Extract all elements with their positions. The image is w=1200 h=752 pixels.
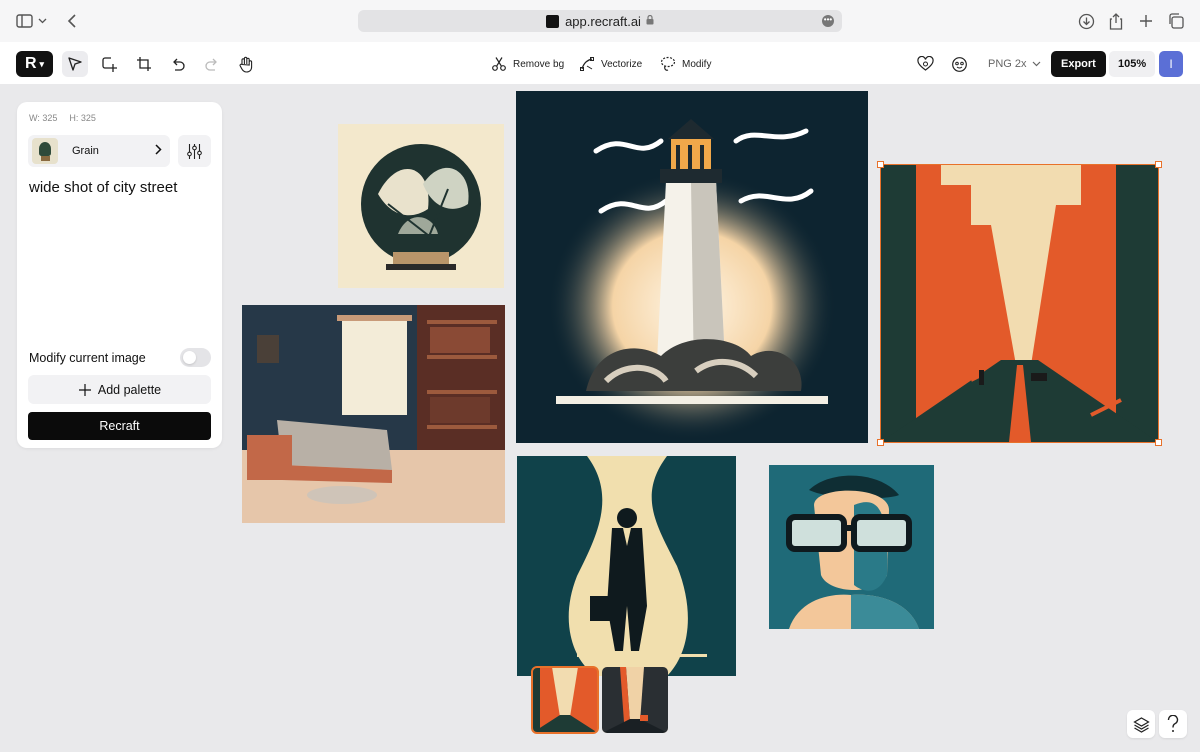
- app-toolbar: R ▾ Remove bg Vectorize Modify PNG 2x Ex…: [0, 42, 1200, 84]
- prompt-text[interactable]: wide shot of city street: [29, 179, 177, 196]
- style-thumbnail: [32, 138, 58, 164]
- pen-tool-icon: [580, 57, 594, 71]
- redo-button[interactable]: [199, 51, 225, 77]
- address-bar[interactable]: app.recraft.ai •••: [358, 10, 842, 32]
- dimensions: W: 325 H: 325: [29, 113, 96, 123]
- style-selector[interactable]: Grain: [28, 135, 170, 167]
- sidebar-icon[interactable]: [14, 11, 34, 31]
- plus-icon: [78, 383, 91, 396]
- chevron-right-icon: [155, 144, 162, 158]
- tabs-icon[interactable]: [1166, 11, 1186, 31]
- crop-tool-button[interactable]: [131, 51, 157, 77]
- select-tool-button[interactable]: [62, 51, 88, 77]
- format-select[interactable]: PNG 2x: [988, 51, 1041, 77]
- chevron-down-icon: [1032, 58, 1041, 70]
- variant-thumbnail-1[interactable]: [531, 666, 599, 734]
- hand-icon: [239, 56, 253, 73]
- generation-panel: W: 325 H: 325 Grain wide shot of city st…: [17, 102, 222, 448]
- share-icon[interactable]: [1106, 11, 1126, 31]
- chevron-down-icon[interactable]: [36, 11, 48, 31]
- redo-icon: [205, 58, 217, 71]
- resize-handle-bottom-left[interactable]: [877, 439, 884, 446]
- modify-toggle[interactable]: [180, 348, 211, 367]
- glasses-portrait-image[interactable]: [769, 465, 934, 629]
- user-avatar[interactable]: I: [1159, 51, 1183, 77]
- zoom-level[interactable]: 105%: [1109, 51, 1156, 77]
- modify-current-image-row: Modify current image: [29, 348, 211, 367]
- undo-icon: [173, 58, 185, 71]
- resize-handle-top-right[interactable]: [1155, 161, 1162, 168]
- chevron-down-icon: ▾: [39, 58, 45, 69]
- height-label: H: 325: [69, 113, 96, 123]
- add-shape-icon: [102, 57, 117, 72]
- add-palette-button[interactable]: Add palette: [28, 375, 211, 404]
- recraft-favicon-icon: [546, 14, 560, 28]
- resize-handle-top-left[interactable]: [877, 161, 884, 168]
- modify-label: Modify current image: [29, 350, 146, 365]
- variant-thumbnail-2[interactable]: [602, 667, 668, 733]
- browser-chrome: app.recraft.ai •••: [0, 0, 1200, 42]
- add-frame-button[interactable]: [96, 51, 122, 77]
- face-icon: [951, 56, 967, 72]
- favorites-button[interactable]: [912, 51, 938, 77]
- businessman-image[interactable]: [517, 456, 736, 676]
- lasso-icon: [660, 56, 676, 71]
- vectorize-button[interactable]: Vectorize: [579, 51, 642, 77]
- plant-image[interactable]: [338, 124, 504, 288]
- hand-tool-button[interactable]: [233, 51, 259, 77]
- back-icon[interactable]: [62, 11, 82, 31]
- format-value: PNG 2x: [988, 58, 1027, 70]
- layers-icon: [1132, 716, 1150, 733]
- modify-button[interactable]: Modify: [660, 51, 711, 77]
- vectorize-label: Vectorize: [601, 58, 643, 70]
- lock-icon: [646, 14, 654, 28]
- help-button[interactable]: [1159, 710, 1187, 738]
- brand-letter: R: [24, 55, 37, 72]
- more-icon[interactable]: •••: [822, 15, 834, 27]
- brand-menu-button[interactable]: R ▾: [16, 51, 53, 77]
- help-icon: [1167, 715, 1179, 732]
- style-name: Grain: [72, 145, 99, 157]
- recraft-button[interactable]: Recraft: [28, 412, 211, 440]
- resize-handle-bottom-right[interactable]: [1155, 439, 1162, 446]
- pointer-icon: [68, 57, 82, 71]
- style-settings-button[interactable]: [178, 135, 211, 167]
- bedroom-image[interactable]: [242, 305, 505, 523]
- scissors-icon: [492, 57, 506, 71]
- remove-bg-label: Remove bg: [513, 58, 565, 70]
- undo-button[interactable]: [165, 51, 191, 77]
- crop-icon: [137, 57, 151, 71]
- heart-icon: [916, 56, 934, 71]
- width-label: W: 325: [29, 113, 58, 123]
- layers-button[interactable]: [1127, 710, 1155, 738]
- url-text: app.recraft.ai: [565, 13, 641, 29]
- download-icon[interactable]: [1076, 11, 1096, 31]
- sliders-icon: [187, 143, 202, 159]
- lighthouse-image[interactable]: [516, 91, 868, 443]
- mockup-button[interactable]: [946, 51, 972, 77]
- add-palette-label: Add palette: [97, 382, 162, 397]
- remove-bg-button[interactable]: Remove bg: [491, 51, 564, 77]
- selection-outline: [880, 164, 1159, 443]
- new-tab-icon[interactable]: [1136, 11, 1156, 31]
- export-button[interactable]: Export: [1051, 51, 1106, 77]
- modify-label: Modify: [682, 58, 712, 70]
